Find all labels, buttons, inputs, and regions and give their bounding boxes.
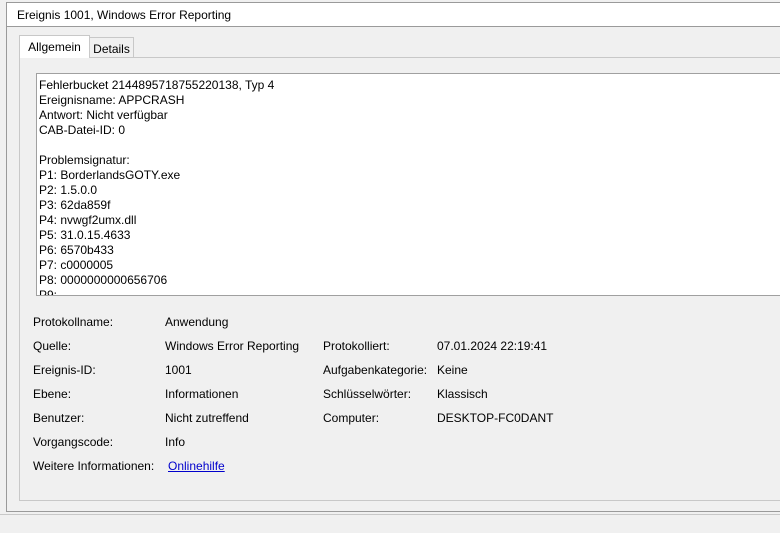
computer-value[interactable]: DESKTOP-FC0DANT xyxy=(437,411,553,425)
ebene-label: Ebene: xyxy=(33,387,72,401)
vorgangscode-value[interactable]: Info xyxy=(165,435,185,449)
ebene-value[interactable]: Informationen xyxy=(165,387,238,401)
weitere-informationen-label: Weitere Informationen: xyxy=(33,459,155,473)
schluesselwoerter-label: Schlüsselwörter: xyxy=(323,387,412,401)
schluesselwoerter-value[interactable]: Klassisch xyxy=(437,387,488,401)
aufgabenkategorie-label: Aufgabenkategorie: xyxy=(323,363,428,377)
protokollname-label: Protokollname: xyxy=(33,315,114,329)
tab-allgemein[interactable]: Allgemein xyxy=(19,35,90,58)
aufgabenkategorie-value[interactable]: Keine xyxy=(437,363,468,377)
general-tab-panel: Fehlerbucket 2144895718755220138, Typ 4 … xyxy=(19,57,780,501)
benutzer-value[interactable]: Nicht zutreffend xyxy=(165,411,249,425)
tab-label: Allgemein xyxy=(28,40,81,54)
protokolliert-label: Protokolliert: xyxy=(323,339,390,353)
protokollname-value[interactable]: Anwendung xyxy=(165,315,228,329)
event-properties-window: Ereignis 1001, Windows Error Reporting A… xyxy=(6,2,780,512)
tab-label: Details xyxy=(93,42,130,56)
quelle-label: Quelle: xyxy=(33,339,72,353)
quelle-value[interactable]: Windows Error Reporting xyxy=(165,339,299,353)
benutzer-label: Benutzer: xyxy=(33,411,85,425)
protokolliert-value[interactable]: 07.01.2024 22:19:41 xyxy=(437,339,547,353)
window-title: Ereignis 1001, Windows Error Reporting xyxy=(17,8,232,22)
title-bar: Ereignis 1001, Windows Error Reporting xyxy=(7,3,780,27)
ereignis-id-label: Ereignis-ID: xyxy=(33,363,96,377)
event-description-text: Fehlerbucket 2144895718755220138, Typ 4 … xyxy=(39,78,275,296)
computer-label: Computer: xyxy=(323,411,380,425)
tab-details[interactable]: Details xyxy=(89,37,134,59)
ereignis-id-value[interactable]: 1001 xyxy=(165,363,192,377)
bottom-divider xyxy=(0,514,780,515)
event-description-box[interactable]: Fehlerbucket 2144895718755220138, Typ 4 … xyxy=(36,73,780,296)
vorgangscode-label: Vorgangscode: xyxy=(33,435,114,449)
onlinehilfe-link[interactable]: Onlinehilfe xyxy=(168,459,225,473)
